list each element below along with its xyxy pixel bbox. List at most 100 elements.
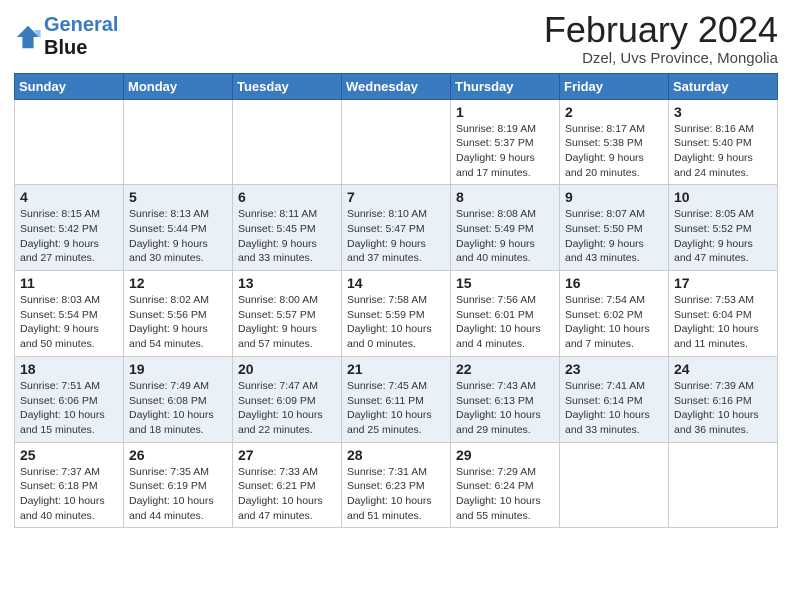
calendar-page: General Blue February 2024 Dzel, Uvs Pro… [0, 0, 792, 542]
calendar-cell: 5 Sunrise: 8:13 AM Sunset: 5:44 PM Daylig… [124, 185, 233, 271]
calendar-cell: 8 Sunrise: 8:08 AM Sunset: 5:49 PM Daylig… [451, 185, 560, 271]
calendar-cell [560, 442, 669, 528]
calendar-cell: 3 Sunrise: 8:16 AM Sunset: 5:40 PM Daylig… [669, 99, 778, 185]
cell-day-number: 26 [129, 447, 227, 463]
cell-info-text: Sunrise: 8:15 AM Sunset: 5:42 PM Dayligh… [20, 207, 118, 266]
cell-day-number: 14 [347, 275, 445, 291]
logo: General Blue [14, 14, 118, 60]
cell-day-number: 18 [20, 361, 118, 377]
calendar-cell: 1 Sunrise: 8:19 AM Sunset: 5:37 PM Daylig… [451, 99, 560, 185]
cell-info-text: Sunrise: 8:03 AM Sunset: 5:54 PM Dayligh… [20, 293, 118, 352]
cell-info-text: Sunrise: 8:00 AM Sunset: 5:57 PM Dayligh… [238, 293, 336, 352]
logo-icon [14, 23, 42, 51]
cell-info-text: Sunrise: 8:13 AM Sunset: 5:44 PM Dayligh… [129, 207, 227, 266]
col-saturday: Saturday [669, 73, 778, 99]
cell-day-number: 20 [238, 361, 336, 377]
cell-day-number: 12 [129, 275, 227, 291]
calendar-cell: 28Sunrise: 7:31 AM Sunset: 6:23 PM Dayli… [342, 442, 451, 528]
col-sunday: Sunday [15, 73, 124, 99]
cell-day-number: 19 [129, 361, 227, 377]
col-friday: Friday [560, 73, 669, 99]
calendar-cell: 24 Sunrise: 7:39 AM Sunset: 6:16 PM Dayli… [669, 356, 778, 442]
calendar-week-row: 1 Sunrise: 8:19 AM Sunset: 5:37 PM Daylig… [15, 99, 778, 185]
cell-info-text: Sunrise: 7:39 AM Sunset: 6:16 PM Dayligh… [674, 379, 772, 438]
calendar-cell: 6 Sunrise: 8:11 AM Sunset: 5:45 PM Daylig… [233, 185, 342, 271]
cell-info-text: Sunrise: 8:10 AM Sunset: 5:47 PM Dayligh… [347, 207, 445, 266]
cell-day-number: 22 [456, 361, 554, 377]
cell-info-text: Sunrise: 7:58 AM Sunset: 5:59 PM Dayligh… [347, 293, 445, 352]
cell-day-number: 13 [238, 275, 336, 291]
calendar-week-row: 18 Sunrise: 7:51 AM Sunset: 6:06 PM Dayli… [15, 356, 778, 442]
cell-day-number: 17 [674, 275, 772, 291]
calendar-cell: 12 Sunrise: 8:02 AM Sunset: 5:56 PM Dayli… [124, 271, 233, 357]
cell-info-text: Sunrise: 7:31 AM Sunset: 6:23 PM Dayligh… [347, 465, 445, 524]
cell-day-number: 5 [129, 189, 227, 205]
cell-day-number: 4 [20, 189, 118, 205]
calendar-subtitle: Dzel, Uvs Province, Mongolia [544, 50, 778, 67]
calendar-cell: 2 Sunrise: 8:17 AM Sunset: 5:38 PM Daylig… [560, 99, 669, 185]
calendar-cell: 16 Sunrise: 7:54 AM Sunset: 6:02 PM Dayli… [560, 271, 669, 357]
calendar-cell: 9 Sunrise: 8:07 AM Sunset: 5:50 PM Daylig… [560, 185, 669, 271]
cell-day-number: 23 [565, 361, 663, 377]
cell-info-text: Sunrise: 7:43 AM Sunset: 6:13 PM Dayligh… [456, 379, 554, 438]
cell-info-text: Sunrise: 7:45 AM Sunset: 6:11 PM Dayligh… [347, 379, 445, 438]
calendar-cell: 23 Sunrise: 7:41 AM Sunset: 6:14 PM Dayli… [560, 356, 669, 442]
calendar-header-row: Sunday Monday Tuesday Wednesday Thursday… [15, 73, 778, 99]
calendar-cell [669, 442, 778, 528]
cell-info-text: Sunrise: 7:35 AM Sunset: 6:19 PM Dayligh… [129, 465, 227, 524]
cell-info-text: Sunrise: 7:51 AM Sunset: 6:06 PM Dayligh… [20, 379, 118, 438]
calendar-cell: 20Sunrise: 7:47 AM Sunset: 6:09 PM Dayli… [233, 356, 342, 442]
calendar-cell: 7Sunrise: 8:10 AM Sunset: 5:47 PM Daylig… [342, 185, 451, 271]
cell-day-number: 16 [565, 275, 663, 291]
col-wednesday: Wednesday [342, 73, 451, 99]
cell-info-text: Sunrise: 8:16 AM Sunset: 5:40 PM Dayligh… [674, 122, 772, 181]
calendar-cell [124, 99, 233, 185]
cell-info-text: Sunrise: 8:17 AM Sunset: 5:38 PM Dayligh… [565, 122, 663, 181]
cell-day-number: 11 [20, 275, 118, 291]
cell-day-number: 8 [456, 189, 554, 205]
cell-info-text: Sunrise: 8:08 AM Sunset: 5:49 PM Dayligh… [456, 207, 554, 266]
cell-info-text: Sunrise: 8:05 AM Sunset: 5:52 PM Dayligh… [674, 207, 772, 266]
cell-info-text: Sunrise: 7:49 AM Sunset: 6:08 PM Dayligh… [129, 379, 227, 438]
cell-day-number: 1 [456, 104, 554, 120]
calendar-cell: 4 Sunrise: 8:15 AM Sunset: 5:42 PM Daylig… [15, 185, 124, 271]
calendar-cell: 10 Sunrise: 8:05 AM Sunset: 5:52 PM Dayli… [669, 185, 778, 271]
calendar-cell: 22 Sunrise: 7:43 AM Sunset: 6:13 PM Dayli… [451, 356, 560, 442]
title-block: February 2024 Dzel, Uvs Province, Mongol… [544, 10, 778, 67]
cell-day-number: 9 [565, 189, 663, 205]
calendar-week-row: 4 Sunrise: 8:15 AM Sunset: 5:42 PM Daylig… [15, 185, 778, 271]
calendar-cell: 29Sunrise: 7:29 AM Sunset: 6:24 PM Dayli… [451, 442, 560, 528]
calendar-week-row: 25Sunrise: 7:37 AM Sunset: 6:18 PM Dayli… [15, 442, 778, 528]
cell-info-text: Sunrise: 8:02 AM Sunset: 5:56 PM Dayligh… [129, 293, 227, 352]
calendar-cell: 25Sunrise: 7:37 AM Sunset: 6:18 PM Dayli… [15, 442, 124, 528]
cell-day-number: 27 [238, 447, 336, 463]
calendar-table: Sunday Monday Tuesday Wednesday Thursday… [14, 73, 778, 529]
calendar-title: February 2024 [544, 10, 778, 50]
col-tuesday: Tuesday [233, 73, 342, 99]
cell-day-number: 21 [347, 361, 445, 377]
calendar-cell [15, 99, 124, 185]
cell-info-text: Sunrise: 8:07 AM Sunset: 5:50 PM Dayligh… [565, 207, 663, 266]
cell-info-text: Sunrise: 7:41 AM Sunset: 6:14 PM Dayligh… [565, 379, 663, 438]
calendar-cell: 18 Sunrise: 7:51 AM Sunset: 6:06 PM Dayli… [15, 356, 124, 442]
calendar-cell: 27 Sunrise: 7:33 AM Sunset: 6:21 PM Dayli… [233, 442, 342, 528]
calendar-cell: 13 Sunrise: 8:00 AM Sunset: 5:57 PM Dayli… [233, 271, 342, 357]
calendar-cell: 17Sunrise: 7:53 AM Sunset: 6:04 PM Dayli… [669, 271, 778, 357]
cell-day-number: 3 [674, 104, 772, 120]
calendar-cell [342, 99, 451, 185]
calendar-cell: 15Sunrise: 7:56 AM Sunset: 6:01 PM Dayli… [451, 271, 560, 357]
cell-info-text: Sunrise: 7:33 AM Sunset: 6:21 PM Dayligh… [238, 465, 336, 524]
calendar-cell: 14 Sunrise: 7:58 AM Sunset: 5:59 PM Dayli… [342, 271, 451, 357]
cell-info-text: Sunrise: 8:19 AM Sunset: 5:37 PM Dayligh… [456, 122, 554, 181]
cell-day-number: 24 [674, 361, 772, 377]
cell-day-number: 2 [565, 104, 663, 120]
cell-info-text: Sunrise: 7:54 AM Sunset: 6:02 PM Dayligh… [565, 293, 663, 352]
calendar-cell: 26 Sunrise: 7:35 AM Sunset: 6:19 PM Dayli… [124, 442, 233, 528]
col-monday: Monday [124, 73, 233, 99]
cell-day-number: 6 [238, 189, 336, 205]
cell-day-number: 25 [20, 447, 118, 463]
cell-day-number: 29 [456, 447, 554, 463]
cell-info-text: Sunrise: 8:11 AM Sunset: 5:45 PM Dayligh… [238, 207, 336, 266]
cell-day-number: 15 [456, 275, 554, 291]
cell-day-number: 10 [674, 189, 772, 205]
